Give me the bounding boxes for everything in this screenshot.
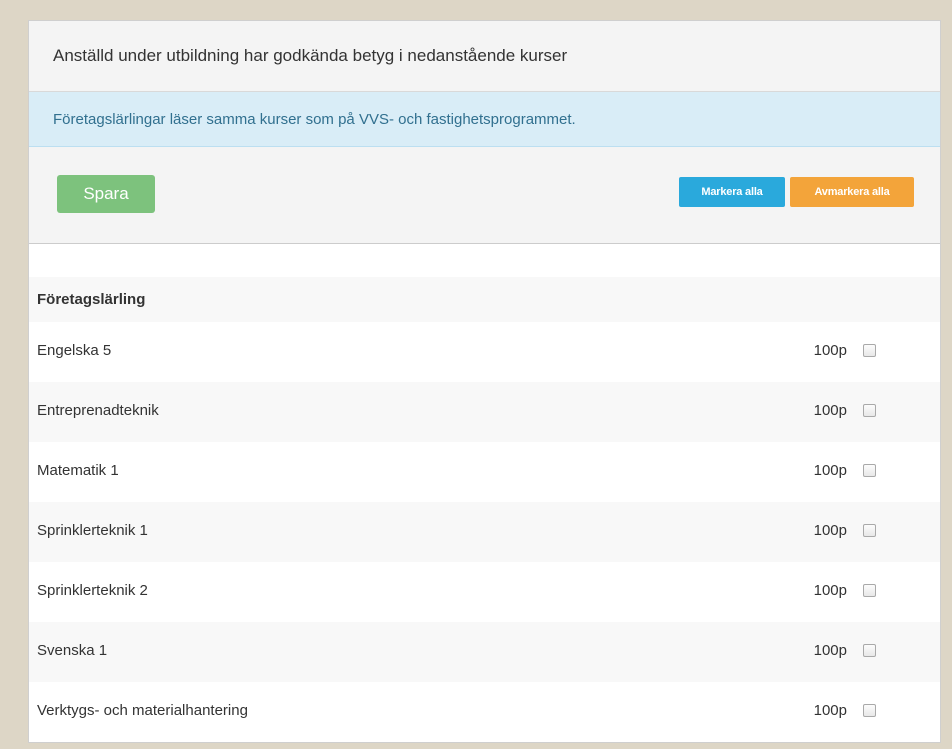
- course-checkbox[interactable]: [863, 464, 876, 477]
- deselect-all-button[interactable]: Avmarkera alla: [790, 177, 914, 207]
- courses-panel: Anställd under utbildning har godkända b…: [28, 20, 941, 743]
- panel-heading: Anställd under utbildning har godkända b…: [29, 21, 940, 92]
- course-row: Engelska 5 100p: [29, 322, 940, 382]
- course-row: Verktygs- och materialhantering 100p: [29, 682, 940, 742]
- course-row: Sprinklerteknik 2 100p: [29, 562, 940, 622]
- course-points: 100p: [813, 402, 847, 420]
- course-checkbox[interactable]: [863, 404, 876, 417]
- course-points: 100p: [813, 522, 847, 540]
- course-row: Entreprenadteknik 100p: [29, 382, 940, 442]
- course-name: Sprinklerteknik 1: [37, 522, 148, 540]
- course-points: 100p: [813, 582, 847, 600]
- course-points: 100p: [813, 702, 847, 720]
- spacer: [29, 244, 940, 277]
- course-checkbox[interactable]: [863, 704, 876, 717]
- course-row: Sprinklerteknik 1 100p: [29, 502, 940, 562]
- info-alert: Företagslärlingar läser samma kurser som…: [29, 92, 940, 147]
- course-name: Engelska 5: [37, 342, 112, 360]
- course-row: Matematik 1 100p: [29, 442, 940, 502]
- toolbar: Spara Markera alla Avmarkera alla: [29, 147, 940, 244]
- save-button[interactable]: Spara: [57, 175, 155, 213]
- course-row: Svenska 1 100p: [29, 622, 940, 682]
- course-points: 100p: [813, 342, 847, 360]
- course-checkbox[interactable]: [863, 644, 876, 657]
- group-title: Företagslärling: [37, 291, 146, 308]
- panel-title: Anställd under utbildning har godkända b…: [53, 46, 568, 65]
- info-text: Företagslärlingar läser samma kurser som…: [53, 110, 576, 128]
- course-checkbox[interactable]: [863, 524, 876, 537]
- group-header: Företagslärling: [29, 277, 940, 322]
- course-name: Svenska 1: [37, 642, 108, 660]
- course-name: Matematik 1: [37, 462, 119, 480]
- course-name: Sprinklerteknik 2: [37, 582, 148, 600]
- course-name: Entreprenadteknik: [37, 402, 159, 420]
- select-all-button[interactable]: Markera alla: [679, 177, 785, 207]
- course-name: Verktygs- och materialhantering: [37, 702, 248, 720]
- course-checkbox[interactable]: [863, 344, 876, 357]
- course-points: 100p: [813, 642, 847, 660]
- course-points: 100p: [813, 462, 847, 480]
- course-checkbox[interactable]: [863, 584, 876, 597]
